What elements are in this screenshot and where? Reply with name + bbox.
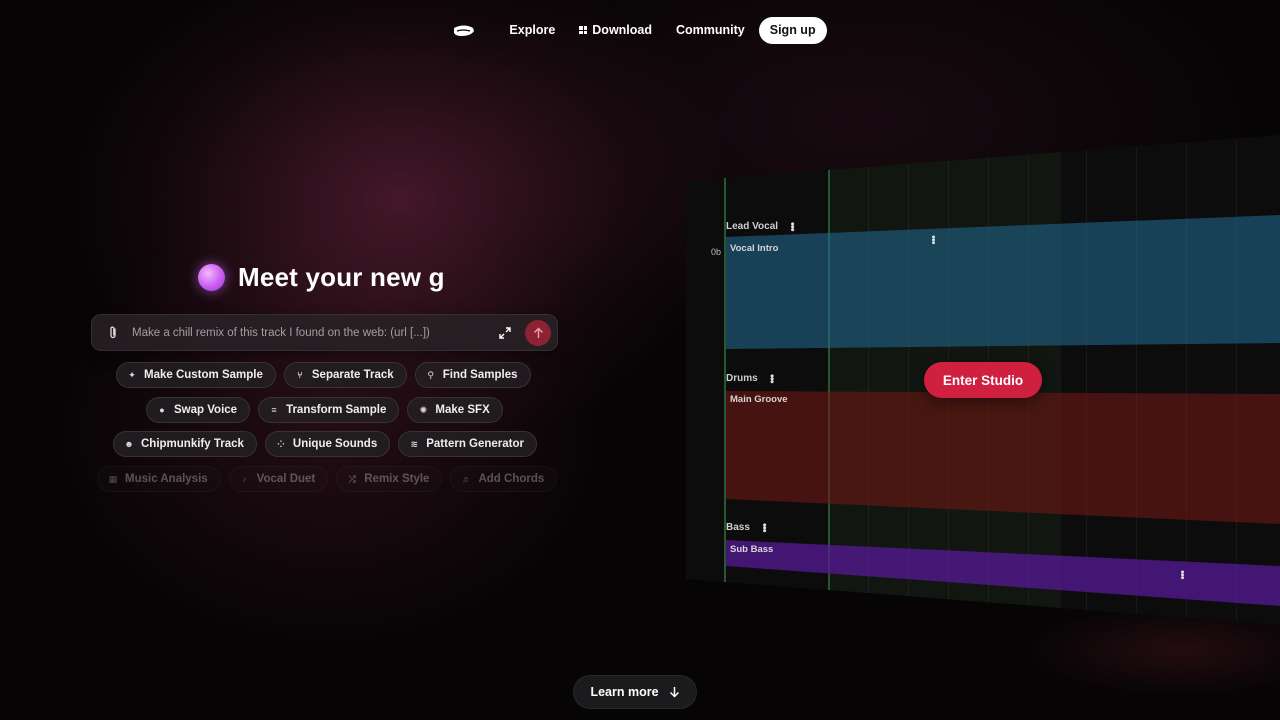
offset-label: 0b	[711, 247, 722, 257]
region-main-groove[interactable]	[726, 391, 1280, 524]
chips-row-3: ☻ Chipmunkify Track ⁘ Unique Sounds ≋ Patte…	[113, 431, 538, 457]
chip-add-chords[interactable]: ♬ Add Chords	[450, 466, 558, 492]
sfx-icon: ✺	[419, 404, 428, 415]
chips-row-1: ✦ Make Custom Sample ⑂ Separate Track ⚲ Fin…	[116, 362, 531, 388]
more-options-icon[interactable]: •••	[927, 235, 939, 244]
page-title: Meet your new g	[238, 262, 445, 292]
chip-music-analysis[interactable]: ▦ Music Analysis	[97, 466, 221, 492]
chart-icon: ▦	[108, 473, 118, 484]
chip-vocal-duet[interactable]: ♪ Vocal Duet	[228, 466, 329, 492]
track-header-lead-vocal[interactable]: Lead Vocal •••	[726, 221, 798, 232]
chip-make-sfx[interactable]: ✺ Make SFX	[407, 397, 503, 423]
top-nav: Explore Download Community Sign up	[0, 16, 1280, 44]
grid-icon: ⁘	[277, 438, 285, 449]
chip-transform-sample[interactable]: ≡ Transform Sample	[258, 397, 400, 423]
chip-remix-style[interactable]: ⤮ Remix Style	[336, 466, 443, 492]
ai-orb-icon	[198, 264, 225, 291]
sparkle-icon: ✦	[128, 369, 136, 380]
arrow-up-icon	[533, 326, 543, 338]
prompt-box	[91, 314, 558, 351]
nav-community-link[interactable]: Community	[664, 23, 757, 37]
chip-swap-voice[interactable]: ● Swap Voice	[146, 397, 251, 423]
mic-icon: ♪	[242, 474, 247, 484]
chips-row-2: ● Swap Voice ≡ Transform Sample ✺ Make SFX	[146, 397, 503, 423]
region-label-drums: Main Groove	[730, 394, 788, 405]
track-header-drums[interactable]: Drums •••	[726, 373, 778, 384]
chip-unique-sounds[interactable]: ⁘ Unique Sounds	[264, 431, 391, 457]
user-swap-icon: ●	[159, 405, 165, 415]
chip-find-samples[interactable]: ⚲ Find Samples	[414, 362, 531, 388]
shuffle-icon: ⤮	[348, 473, 356, 484]
enter-studio-button[interactable]: Enter Studio	[924, 362, 1042, 398]
brand-logo-icon[interactable]	[453, 23, 475, 37]
more-options-icon[interactable]: •••	[758, 523, 770, 532]
hero-title: Meet your new g	[198, 262, 445, 293]
send-button[interactable]	[525, 319, 551, 346]
expand-icon[interactable]	[497, 325, 513, 341]
chip-pattern-generator[interactable]: ≋ Pattern Generator	[398, 431, 538, 457]
learn-more-button[interactable]: Learn more	[573, 675, 697, 709]
region-label-bass: Sub Bass	[730, 544, 774, 555]
track-header-bass[interactable]: Bass •••	[726, 522, 770, 533]
windows-icon	[579, 26, 588, 34]
signup-button[interactable]: Sign up	[758, 16, 827, 44]
pattern-icon: ≋	[410, 438, 418, 449]
chip-make-custom-sample[interactable]: ✦ Make Custom Sample	[116, 362, 276, 388]
chip-chipmunkify-track[interactable]: ☻ Chipmunkify Track	[113, 431, 257, 457]
region-vocal-intro[interactable]	[726, 215, 1280, 349]
more-options-icon[interactable]: •••	[1176, 570, 1188, 579]
region-label-vocal: Vocal Intro	[730, 243, 779, 254]
nav-download-link[interactable]: Download	[567, 23, 664, 37]
sliders-icon: ≡	[271, 405, 277, 415]
search-icon: ⚲	[427, 369, 435, 380]
more-options-icon[interactable]: •••	[766, 374, 778, 383]
chords-icon: ♬	[461, 474, 471, 484]
face-icon: ☻	[124, 439, 134, 449]
more-options-icon[interactable]: •••	[786, 222, 798, 231]
chips-row-4: ▦ Music Analysis ♪ Vocal Duet ⤮ Remix Style…	[97, 466, 558, 492]
split-icon: ⑂	[297, 370, 303, 380]
paperclip-icon[interactable]	[104, 325, 122, 340]
nav-explore-link[interactable]: Explore	[497, 23, 567, 37]
arrow-down-icon	[669, 687, 679, 698]
chip-separate-track[interactable]: ⑂ Separate Track	[283, 362, 407, 388]
prompt-input[interactable]	[132, 326, 497, 339]
